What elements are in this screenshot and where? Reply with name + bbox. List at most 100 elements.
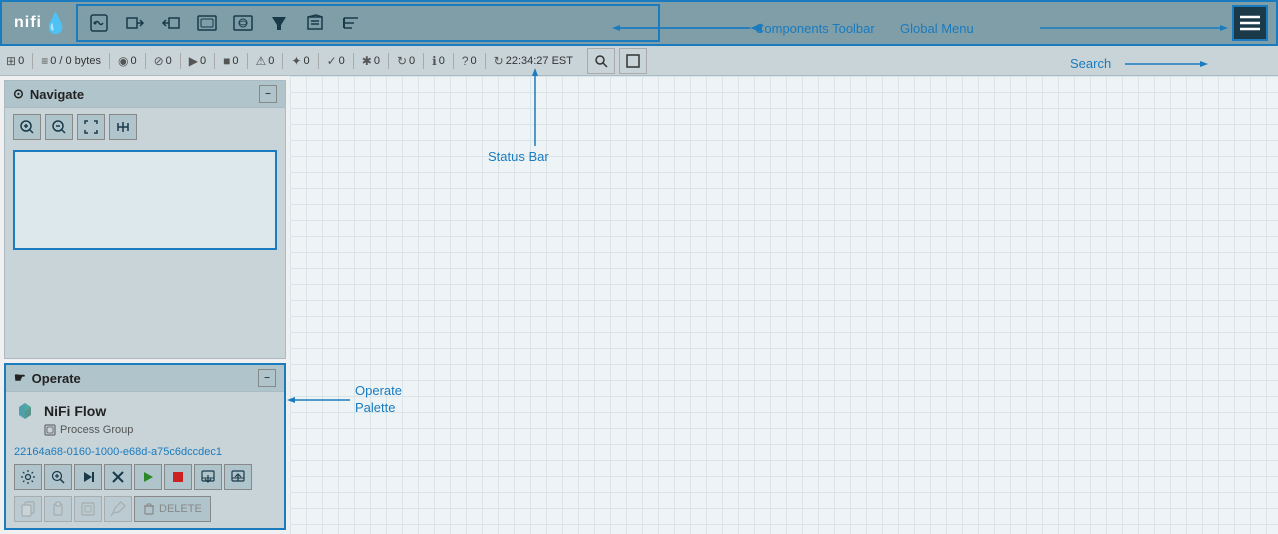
canvas-area[interactable] [290, 76, 1278, 534]
stop-icon: ■ [223, 54, 230, 68]
enable-button[interactable] [44, 464, 72, 490]
add-output-port-button[interactable] [154, 7, 188, 39]
divider [485, 53, 486, 69]
divider [247, 53, 248, 69]
main-area: ⊙ Navigate − [0, 76, 1278, 534]
divider [453, 53, 454, 69]
add-label-button[interactable] [334, 7, 368, 39]
navigate-icon: ⊙ [13, 86, 24, 102]
copy-button[interactable] [14, 496, 42, 522]
add-input-port-button[interactable] [118, 7, 152, 39]
navigate-panel: ⊙ Navigate − [4, 80, 286, 359]
operate-icon: ☛ [14, 370, 26, 386]
running-count: ◉ 0 [118, 54, 137, 68]
search-area [587, 48, 647, 74]
status-bar: ⊞ 0 ≡ 0 / 0 bytes ◉ 0 ⊘ 0 ▶ 0 ■ 0 ⚠ [0, 46, 1278, 76]
invalid-icon: ✦ [291, 54, 301, 68]
info-icon: ℹ [432, 54, 437, 68]
divider [318, 53, 319, 69]
operate-actions-row2: DELETE [6, 494, 284, 528]
configure-button[interactable] [14, 464, 42, 490]
navigate-preview [13, 150, 277, 250]
group-button[interactable] [74, 496, 102, 522]
play-icon: ▶ [189, 54, 198, 68]
upload-template-button[interactable] [224, 464, 252, 490]
disabled-count: ✱ 0 [362, 54, 380, 68]
warning-icon: ⚠ [256, 54, 267, 68]
divider [145, 53, 146, 69]
play-count: ▶ 0 [189, 54, 206, 68]
divider [109, 53, 110, 69]
download-template-button[interactable] [194, 464, 222, 490]
operate-flow-type: Process Group [14, 424, 276, 436]
add-funnel-button[interactable] [262, 7, 296, 39]
operate-panel-header: ☛ Operate − [6, 365, 284, 392]
bytes-count: ≡ 0 / 0 bytes [41, 54, 101, 68]
operate-title: Operate [32, 371, 81, 386]
add-template-button[interactable] [298, 7, 332, 39]
zoom-in-button[interactable] [13, 114, 41, 140]
divider [180, 53, 181, 69]
logo-drop-icon: 💧 [43, 11, 68, 36]
flow-name: NiFi Flow [44, 403, 106, 419]
stop-count: ■ 0 [223, 54, 238, 68]
divider [353, 53, 354, 69]
disabled-icon: ✱ [362, 54, 372, 68]
unknown-count: ? 0 [462, 54, 477, 68]
header-toolbar: nifi 💧 [0, 0, 1278, 46]
fit-screen-button[interactable] [77, 114, 105, 140]
paste-button[interactable] [44, 496, 72, 522]
warning-count: ⚠ 0 [256, 54, 275, 68]
navigate-title: Navigate [30, 87, 84, 102]
running-icon: ◉ [118, 54, 128, 68]
components-toolbar [76, 4, 660, 42]
invalid-count: ✦ 0 [291, 54, 309, 68]
left-panel: ⊙ Navigate − [0, 76, 290, 534]
up-to-date-count: ↻ 0 [397, 54, 415, 68]
unknown-icon: ? [462, 54, 469, 68]
disable-button[interactable] [104, 464, 132, 490]
start-button[interactable] [134, 464, 162, 490]
global-menu-button[interactable] [1232, 5, 1268, 41]
zoom-out-button[interactable] [45, 114, 73, 140]
time-display: ↻ 22:34:27 EST [494, 54, 573, 68]
add-processor-button[interactable] [82, 7, 116, 39]
divider [388, 53, 389, 69]
add-remote-process-group-button[interactable] [226, 7, 260, 39]
navigate-minimize-button[interactable]: − [259, 85, 277, 103]
valid-icon: ✓ [327, 54, 337, 68]
navigate-panel-header: ⊙ Navigate − [5, 81, 285, 108]
nifi-logo: nifi 💧 [6, 11, 76, 36]
valid-count: ✓ 0 [327, 54, 345, 68]
stopped-icon: ⊘ [154, 54, 164, 68]
operate-info: NiFi Flow Process Group [6, 392, 284, 444]
logo-text: nifi [14, 14, 42, 32]
view-toggle-button[interactable] [619, 48, 647, 74]
delete-button[interactable]: DELETE [134, 496, 211, 522]
delete-label: DELETE [159, 503, 202, 515]
edit-button[interactable] [104, 496, 132, 522]
processor-icon: ⊞ [6, 54, 16, 68]
process-group-icon [14, 400, 36, 422]
processor-count: ⊞ 0 [6, 54, 24, 68]
search-button[interactable] [587, 48, 615, 74]
flow-id: 22164a68-0160-1000-e68d-a75c6dccdec1 [6, 444, 284, 460]
operate-flow-name-row: NiFi Flow [14, 400, 276, 422]
info-count: ℹ 0 [432, 54, 445, 68]
stopped-count: ⊘ 0 [154, 54, 172, 68]
operate-panel: ☛ Operate − NiFi F [4, 363, 286, 530]
operate-minimize-button[interactable]: − [258, 369, 276, 387]
clock-icon: ↻ [494, 54, 504, 68]
start-all-button[interactable] [74, 464, 102, 490]
navigate-controls [5, 108, 285, 146]
bytes-icon: ≡ [41, 54, 48, 68]
divider [32, 53, 33, 69]
add-process-group-button[interactable] [190, 7, 224, 39]
actual-size-button[interactable] [109, 114, 137, 140]
operate-actions-row1 [6, 460, 284, 494]
divider [282, 53, 283, 69]
refresh-icon: ↻ [397, 54, 407, 68]
stop-button[interactable] [164, 464, 192, 490]
divider [214, 53, 215, 69]
divider [423, 53, 424, 69]
